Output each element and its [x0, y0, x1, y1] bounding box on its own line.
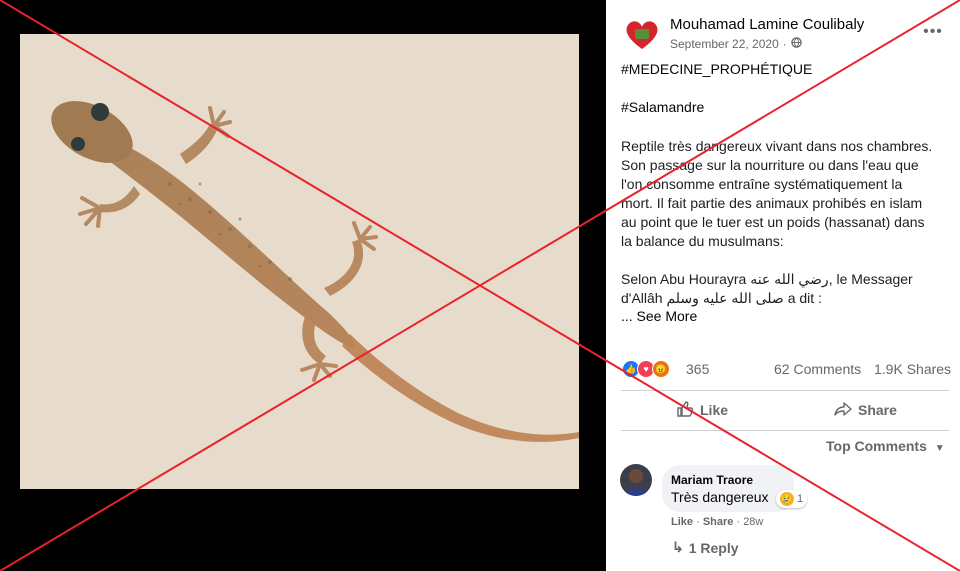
quote-line: Selon Abu Hourayra رضي الله عنه, le Mess… [621, 271, 913, 287]
like-label: Like [700, 402, 729, 418]
body-line: la balance du musulmans: [621, 233, 784, 249]
divider [621, 390, 949, 391]
comment-age[interactable]: 28w [743, 516, 763, 528]
body-line: l'on consomme entraîne systématiquement … [621, 176, 903, 192]
photo-viewer [0, 0, 606, 571]
thumbs-up-icon [676, 400, 694, 421]
commenter-avatar[interactable] [620, 464, 652, 496]
comment-text: Très dangereux [671, 489, 769, 505]
body-line: mort. Il fait partie des animaux prohibé… [621, 195, 923, 211]
comment-actions: Like · Share · 28w [671, 516, 764, 528]
post-meta: September 22, 2020 · [670, 37, 802, 51]
comment-reaction-count: 1 [797, 493, 804, 505]
commenter-name[interactable]: Mariam Traore [671, 473, 753, 487]
body-line: au point que le tuer est un poids (hassa… [621, 214, 925, 230]
hashtag-salamandre[interactable]: #Salamandre [621, 99, 704, 115]
reply-arrow-icon: ↳ [672, 539, 684, 555]
comment-like-link[interactable]: Like [671, 516, 693, 528]
comments-sort-label: Top Comments [826, 438, 927, 454]
author-name[interactable]: Mouhamad Lamine Coulibaly [670, 16, 864, 33]
like-button[interactable]: Like [676, 393, 728, 427]
chevron-down-icon: ▼ [934, 443, 945, 454]
comment-share-link[interactable]: Share [703, 516, 734, 528]
see-more-link[interactable]: ... See More [621, 308, 697, 324]
globe-icon [791, 37, 802, 51]
post-quote: Selon Abu Hourayra رضي الله عنه, le Mess… [621, 270, 955, 308]
comments-count[interactable]: 62 Comments [774, 361, 861, 377]
sad-reaction-icon: 😢 [780, 492, 794, 506]
quote-line: d'Allâh صلى الله عليه وسلم a dit : [621, 290, 822, 306]
comment-reaction-badge[interactable]: 😢 1 [776, 490, 808, 508]
more-options-icon[interactable]: ••• [922, 22, 944, 42]
author-avatar[interactable] [622, 15, 662, 55]
post-date[interactable]: September 22, 2020 [670, 37, 779, 51]
post-panel: Mouhamad Lamine Coulibaly September 22, … [606, 0, 960, 571]
reaction-count[interactable]: 365 [686, 361, 709, 377]
gecko-photo[interactable] [20, 34, 579, 489]
divider [621, 430, 949, 431]
body-line: Reptile très dangereux vivant dans nos c… [621, 138, 933, 154]
angry-reaction-icon: 😠 [652, 360, 670, 378]
share-arrow-icon [834, 400, 852, 421]
shares-count[interactable]: 1.9K Shares [874, 361, 951, 377]
post-body: Reptile très dangereux vivant dans nos c… [621, 137, 955, 251]
comments-sort-dropdown[interactable]: Top Comments ▼ [826, 438, 945, 454]
body-line: Son passage sur la nourriture ou dans l'… [621, 157, 919, 173]
share-button[interactable]: Share [834, 393, 897, 427]
reply-link-label: 1 Reply [688, 539, 739, 556]
reaction-icons[interactable]: 👍 ♥ 😠 [622, 360, 670, 378]
hashtag-medecine[interactable]: #MEDECINE_PROPHÉTIQUE [621, 61, 812, 77]
share-label: Share [858, 402, 897, 418]
view-replies-link[interactable]: ↳ 1 Reply [672, 539, 739, 556]
